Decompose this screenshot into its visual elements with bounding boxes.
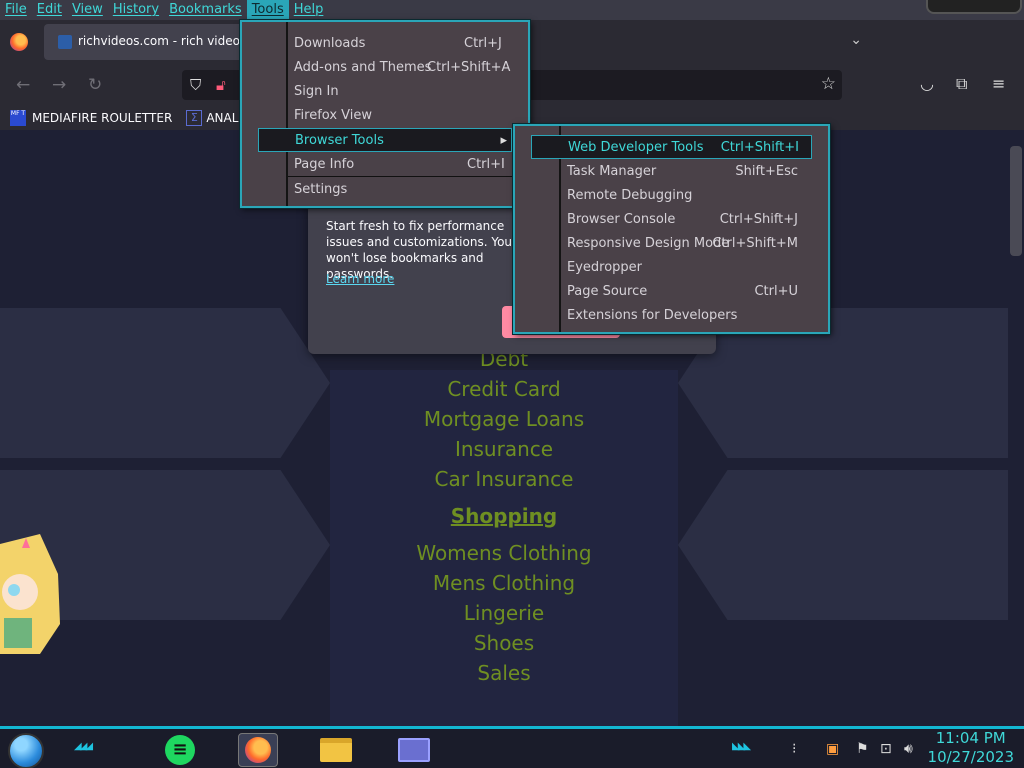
system-clock[interactable]: 11:04 PM 10/27/2023 [928, 729, 1014, 767]
link-credit-card[interactable]: Credit Card [352, 374, 656, 404]
firefox-view-icon[interactable] [10, 33, 28, 51]
menu-bar: File Edit View History Bookmarks Tools H… [0, 0, 1024, 20]
menu-item-eyedropper[interactable]: Eyedropper [515, 255, 828, 279]
window-app-icon[interactable] [394, 733, 434, 767]
tracking-shield-icon[interactable]: ⛉ [190, 76, 201, 94]
menu-item-page-source[interactable]: Page Source Ctrl+U [515, 279, 828, 303]
menu-item-extensions-for-developers[interactable]: Extensions for Developers [515, 303, 828, 327]
link-womens-clothing[interactable]: Womens Clothing [352, 538, 656, 568]
flag-icon[interactable]: ⚑ [856, 741, 869, 757]
bookmark-mediafire[interactable]: MF T MEDIAFIRE ROULETTER [10, 110, 172, 126]
menu-item-responsive-design-mode[interactable]: Responsive Design Mode Ctrl+Shift+M [515, 231, 828, 255]
tab-title: richvideos.com - rich videos R [78, 34, 259, 48]
window-decoration [926, 0, 1022, 14]
pocket-icon[interactable]: ◡ [920, 74, 934, 93]
menu-item-remote-debugging[interactable]: Remote Debugging [515, 183, 828, 207]
menu-item-addons-themes[interactable]: Add-ons and Themes Ctrl+Shift+A [242, 55, 528, 79]
link-car-insurance[interactable]: Car Insurance [352, 464, 656, 494]
start-menu-orb-icon[interactable] [8, 733, 44, 768]
menu-item-task-manager[interactable]: Task Manager Shift+Esc [515, 159, 828, 183]
bookmark-star-icon[interactable]: ☆ [821, 74, 836, 94]
tab-richvideos[interactable]: richvideos.com - rich videos R [44, 24, 258, 60]
menu-item-sign-in[interactable]: Sign In [242, 79, 528, 103]
clock-time: 11:04 PM [935, 729, 1006, 747]
menu-item-page-info[interactable]: Page Info Ctrl+I [242, 152, 528, 176]
app-menu-hamburger-icon[interactable]: ≡ [992, 74, 1005, 93]
firefox-app-icon[interactable] [238, 733, 278, 767]
menu-item-browser-tools[interactable]: Browser Tools ▸ [258, 128, 512, 152]
reload-icon[interactable]: ↻ [88, 75, 102, 95]
link-lingerie[interactable]: Lingerie [352, 598, 656, 628]
menu-item-web-developer-tools[interactable]: Web Developer Tools Ctrl+Shift+I [531, 135, 812, 159]
browser-tools-submenu: Web Developer Tools Ctrl+Shift+I Task Ma… [513, 124, 830, 334]
forward-arrow-icon[interactable]: → [52, 75, 66, 95]
page-scrollbar-thumb[interactable] [1010, 146, 1022, 256]
menu-tools[interactable]: Tools [246, 0, 289, 20]
extensions-puzzle-icon[interactable]: ⧉ [956, 74, 967, 94]
background-hexagon [678, 470, 1008, 620]
menu-item-settings[interactable]: Settings [242, 177, 528, 201]
tray-app-icon[interactable]: ▣ [826, 741, 839, 757]
back-arrow-icon[interactable]: ← [16, 75, 30, 95]
menu-help[interactable]: Help [289, 0, 329, 20]
learn-more-link[interactable]: Learn more [326, 272, 394, 286]
menu-history[interactable]: History [108, 0, 164, 20]
link-shoes[interactable]: Shoes [352, 628, 656, 658]
shopping-heading[interactable]: Shopping [352, 501, 656, 531]
link-sales[interactable]: Sales [352, 658, 656, 688]
menu-item-firefox-view[interactable]: Firefox View [242, 103, 528, 127]
finance-links: Debt Credit Card Mortgage Loans Insuranc… [352, 344, 656, 688]
taskbar-decoration-icon: ◣◣◣ [732, 741, 751, 752]
bookmark-site-icon: Σ [186, 110, 203, 126]
menu-edit[interactable]: Edit [32, 0, 67, 20]
insecure-lock-icon[interactable]: 🔓︎ [216, 76, 226, 94]
volume-icon[interactable]: 🔊︎ [904, 741, 913, 757]
clock-date: 10/27/2023 [927, 748, 1014, 766]
link-mens-clothing[interactable]: Mens Clothing [352, 568, 656, 598]
menu-item-downloads[interactable]: Downloads Ctrl+J [242, 31, 528, 55]
link-insurance[interactable]: Insurance [352, 434, 656, 464]
file-manager-folder-icon[interactable] [316, 733, 356, 767]
bookmark-label: MEDIAFIRE ROULETTER [32, 111, 173, 125]
background-hexagon [0, 308, 330, 458]
cartoon-character-image [0, 534, 60, 654]
menu-bookmarks[interactable]: Bookmarks [164, 0, 247, 20]
mediafire-icon: MF T [10, 110, 26, 126]
menu-item-browser-console[interactable]: Browser Console Ctrl+Shift+J [515, 207, 828, 231]
link-mortgage-loans[interactable]: Mortgage Loans [352, 404, 656, 434]
network-icon[interactable]: ⊡ [880, 741, 892, 757]
menu-view[interactable]: View [67, 0, 108, 20]
submenu-arrow-icon: ▸ [500, 132, 507, 148]
taskbar-decoration-icon: ◢◢◢ [74, 741, 93, 752]
menu-file[interactable]: File [0, 0, 32, 20]
taskbar: ◢◢◢ ≡ ◣◣◣ ⁝ ▣ ⚑ ⊡ 🔊︎ 11:04 PM 10/27/2023 [0, 726, 1024, 768]
spotify-app-icon[interactable]: ≡ [160, 733, 200, 767]
site-favicon-icon [58, 35, 72, 49]
tray-expand-icon[interactable]: ⁝ [792, 741, 796, 757]
list-tabs-chevron-icon[interactable]: ⌄ [850, 32, 862, 48]
tools-menu: Downloads Ctrl+J Add-ons and Themes Ctrl… [240, 20, 530, 208]
